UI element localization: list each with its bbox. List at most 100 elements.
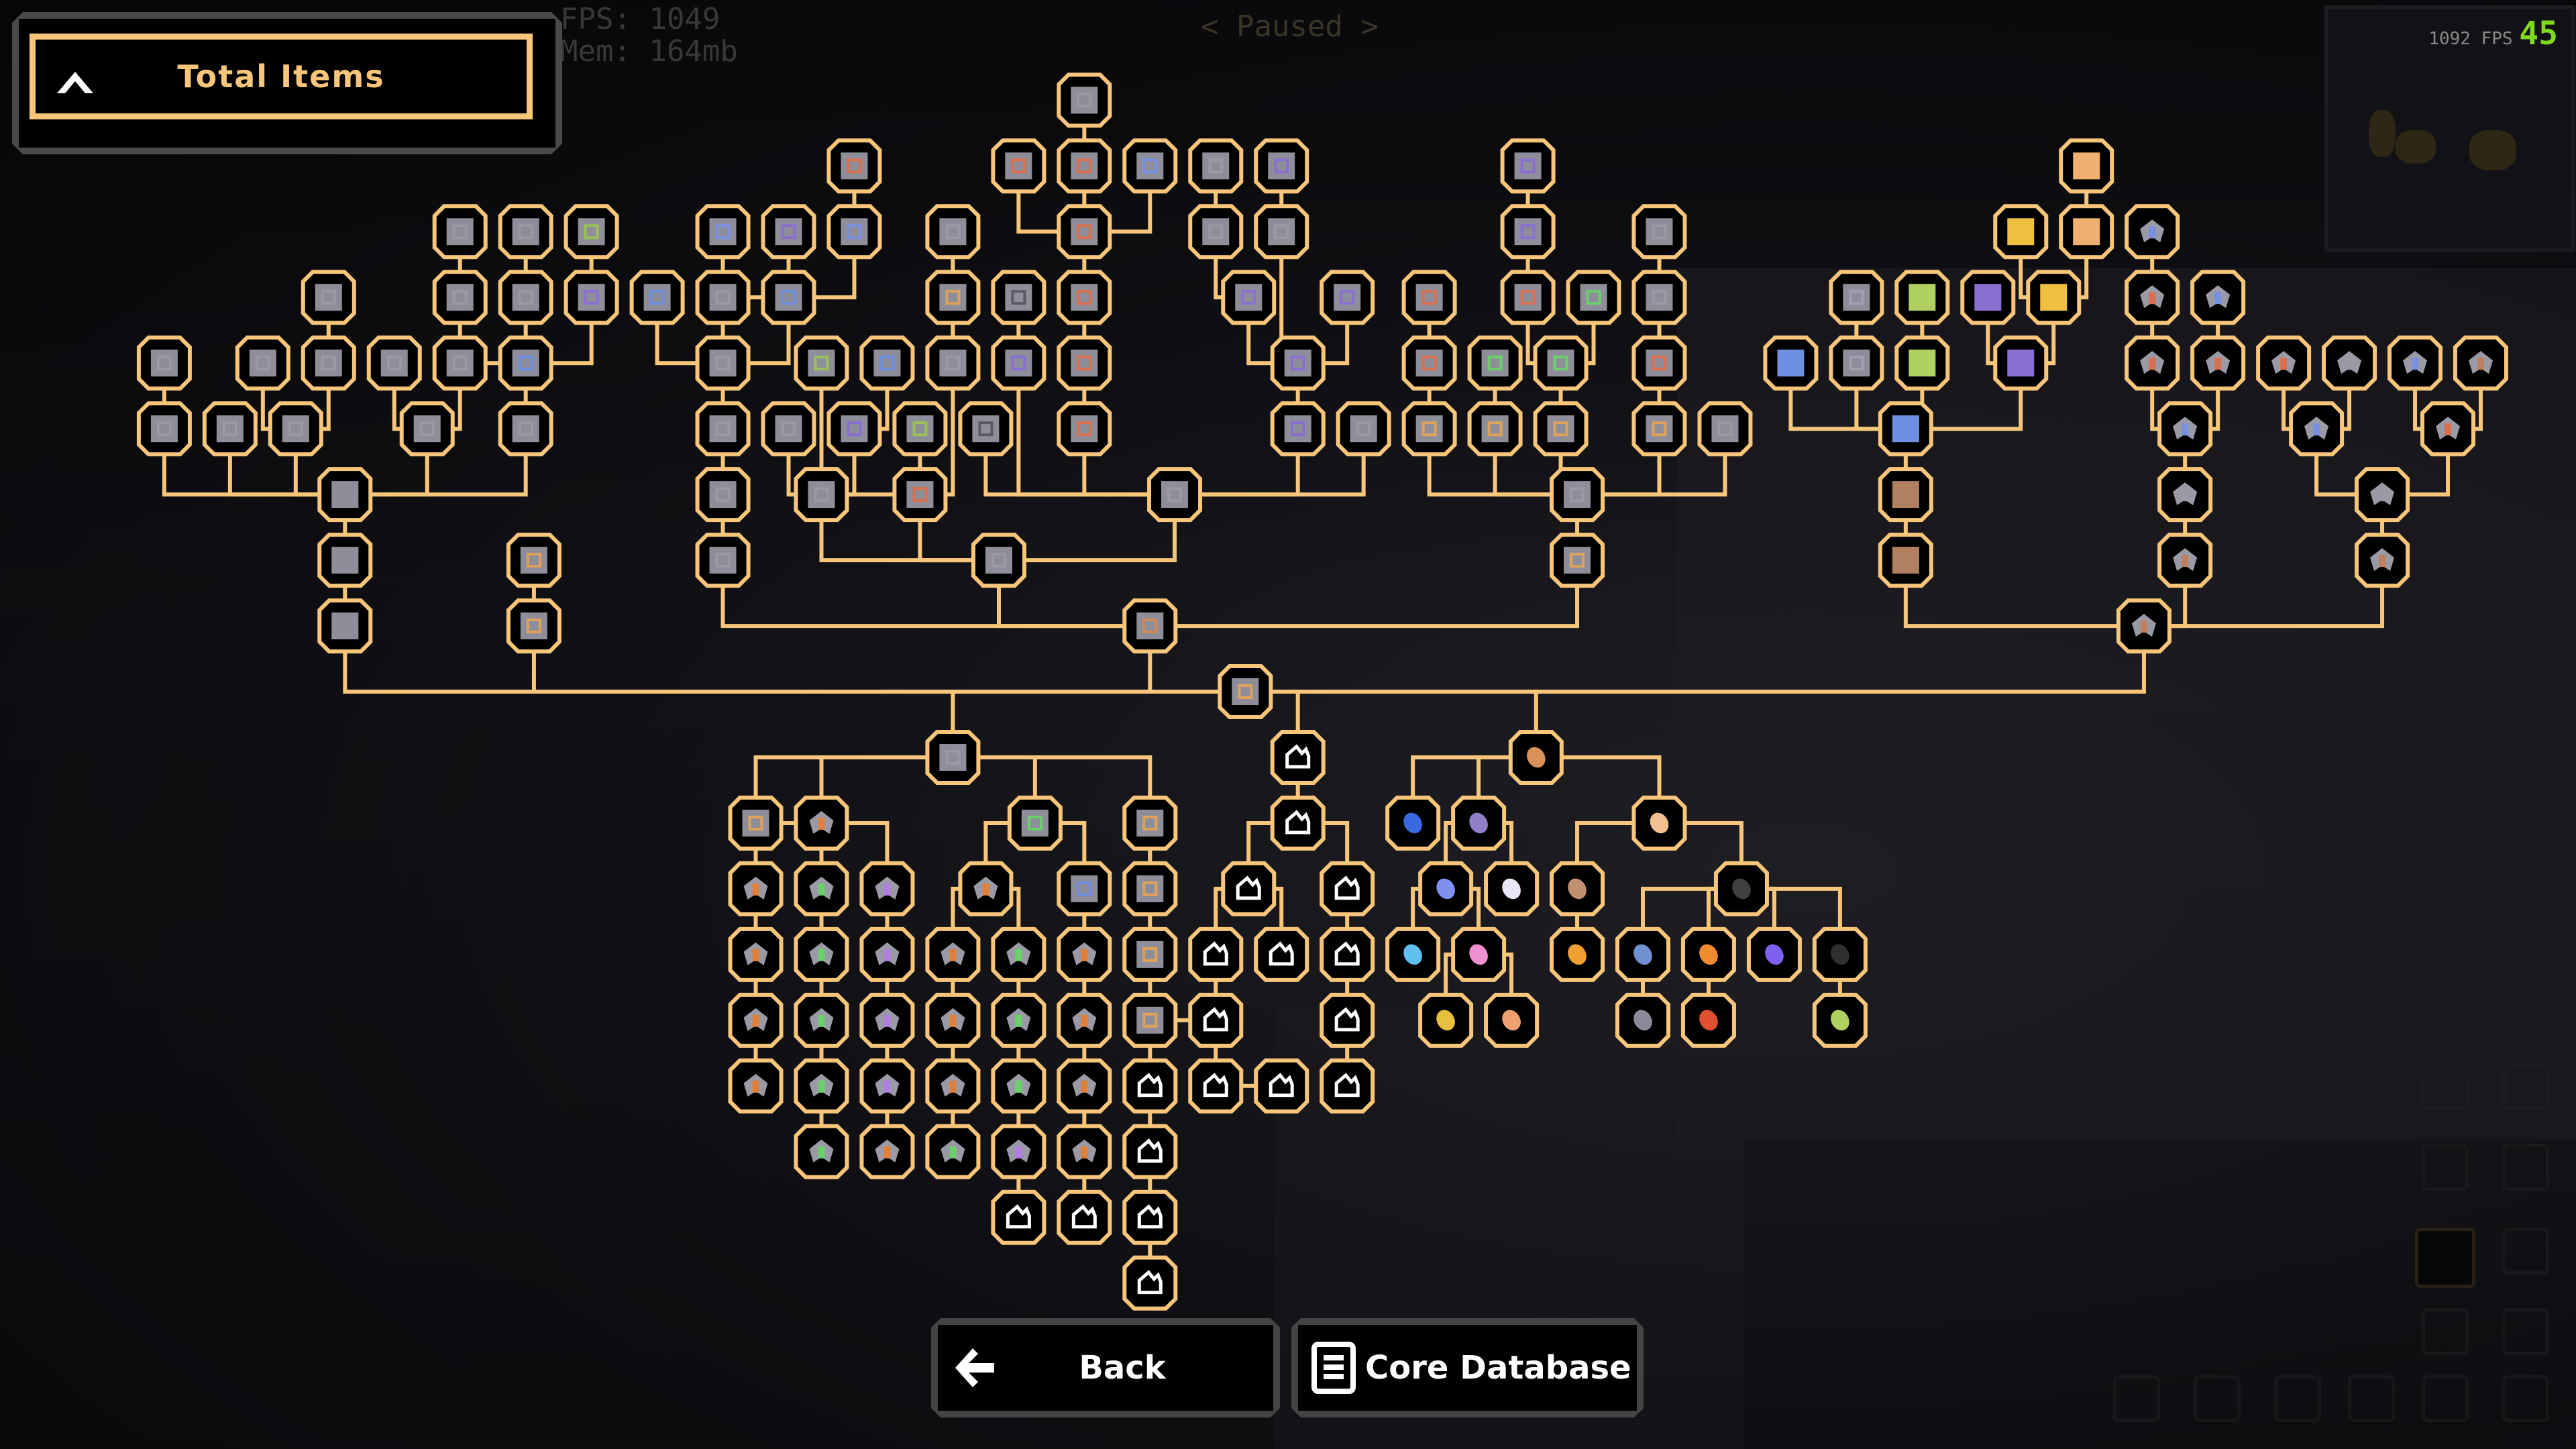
map-icon[interactable] [2348,1375,2395,1422]
tree-node-block-gray[interactable] [301,335,356,391]
tree-node-block-gray[interactable] [695,533,751,588]
tree-node-block-blue[interactable] [629,270,685,325]
tree-node-block-orange[interactable] [1401,335,1457,391]
tree-node-block-orange[interactable] [925,270,981,325]
turret-icon[interactable] [2422,1063,2469,1110]
tree-node-unit-ground[interactable] [859,1124,915,1179]
tree-node-block-blue[interactable] [695,204,751,260]
tree-node-unit-ground[interactable] [1057,926,1112,982]
power-icon[interactable] [2415,1228,2475,1288]
tree-node-block-gray[interactable] [1188,138,1244,194]
tree-node-block-orange[interactable] [1057,335,1112,391]
tree-node-unit-ground[interactable] [859,1058,915,1114]
tree-node-block-gray[interactable] [695,270,751,325]
tree-node-unit-ground[interactable] [925,1124,981,1179]
tree-node-block-gray[interactable] [1697,401,1753,457]
tree-node-item-surge-alloy[interactable] [1418,992,1474,1048]
tree-node-sector-locked[interactable] [1270,729,1326,785]
tree-node-sector-locked[interactable] [1057,1189,1112,1245]
tree-node-block-orange[interactable] [1467,401,1523,457]
tree-node-block-yellow[interactable] [2026,270,2082,325]
tree-node-block-gray[interactable] [925,335,981,391]
tree-node-unit-ground[interactable] [859,861,915,916]
tree-node-unit-ground[interactable] [991,926,1046,982]
tree-node-block-orange[interactable] [991,138,1046,194]
tree-node-conveyor-blue[interactable] [761,270,816,325]
tree-node-sector-locked[interactable] [1188,926,1244,982]
tree-node-unit-naval[interactable] [2116,598,2171,654]
tree-node-block-purple[interactable] [1270,335,1326,391]
tree-node-unit-ground[interactable] [1057,1124,1112,1179]
defense-icon[interactable] [2502,1228,2549,1275]
tree-node-core-block[interactable] [1218,664,1273,720]
tree-node-block-orange[interactable] [1631,335,1687,391]
tree-node-unit-ground[interactable] [1057,1058,1112,1114]
tree-node-unit-naval[interactable] [2453,335,2508,391]
tree-node-block-purple[interactable] [564,270,619,325]
tree-node-block-orange[interactable] [1057,401,1112,457]
core-database-button[interactable]: Core Database [1291,1318,1644,1417]
tree-node-unit-naval[interactable] [2420,401,2476,457]
tree-node-block-gray[interactable] [366,335,422,391]
tree-node-block-orange[interactable] [1057,138,1112,194]
tree-node-block-orange[interactable] [826,138,882,194]
tree-node-sector-locked[interactable] [1122,1255,1178,1311]
tree-node-block-gray[interactable] [317,533,373,588]
tree-node-liquid-oil[interactable] [1812,926,1868,982]
tree-node-factory-block[interactable] [1122,795,1178,851]
tree-node-unit-naval[interactable] [2190,270,2246,325]
tree-node-unit-ground[interactable] [794,795,849,851]
tree-node-block-orange[interactable] [1057,204,1112,260]
tree-node-block-green[interactable] [1533,335,1589,391]
tree-node-unit-ground[interactable] [991,1058,1046,1114]
tree-node-sector-locked[interactable] [1254,926,1309,982]
tree-node-block-gray[interactable] [1631,270,1687,325]
tree-node-block-green[interactable] [1467,335,1523,391]
tree-node-block-purple[interactable] [1254,138,1309,194]
tree-node-block-orange[interactable] [506,598,561,654]
tree-node-item-metaglass[interactable] [1484,861,1540,916]
tree-node-unit-ground[interactable] [794,1124,849,1179]
tree-node-factory-block[interactable] [1057,861,1112,916]
tree-node-block-gray[interactable] [1631,204,1687,260]
tree-node-block-gray[interactable] [1188,204,1244,260]
tree-node-unit-ground[interactable] [859,926,915,982]
tree-node-sector-locked[interactable] [1320,992,1375,1048]
tree-node-block-gray[interactable] [136,335,192,391]
tree-node-liquid-water[interactable] [1385,795,1441,851]
tree-node-block-orange[interactable] [1500,270,1556,325]
tree-node-unit-naval[interactable] [2256,335,2312,391]
tree-node-item-copper[interactable] [1508,729,1564,785]
tree-node-block-gray[interactable] [1147,467,1203,523]
tree-node-block-orange[interactable] [1401,401,1457,457]
tree-node-item-blast-compound[interactable] [1680,992,1736,1048]
tree-node-sector-locked[interactable] [1188,1058,1244,1114]
tree-node-sector-locked[interactable] [1122,1124,1178,1179]
tree-node-block-dark[interactable] [991,270,1046,325]
tree-node-sector-locked[interactable] [991,1189,1046,1245]
tree-node-factory-block[interactable] [1122,926,1178,982]
tree-node-unit-naval[interactable] [2289,401,2345,457]
tree-node-block-purple[interactable] [1500,138,1556,194]
units-icon[interactable] [2502,1308,2549,1355]
tree-node-block-peach[interactable] [2059,138,2114,194]
tree-node-block-blue[interactable] [1763,335,1819,391]
tree-node-unit-naval[interactable] [2125,335,2180,391]
tree-node-block-red[interactable] [1057,270,1112,325]
tree-node-block-gray[interactable] [794,467,849,523]
tree-node-block-gray[interactable] [432,335,488,391]
tree-node-block-gray[interactable] [432,204,488,260]
tree-node-block-green[interactable] [892,401,948,457]
tree-node-unit-ground[interactable] [728,992,784,1048]
tree-node-block-gray[interactable] [301,270,356,325]
tree-node-sector-locked[interactable] [1270,795,1326,851]
tree-node-liquid-slag[interactable] [1550,926,1605,982]
liquid-icon[interactable] [2502,1144,2549,1191]
tree-node-block-gray[interactable] [136,401,192,457]
tree-node-unit-ground[interactable] [859,992,915,1048]
tree-node-unit-naval[interactable] [2157,401,2213,457]
distribution-icon[interactable] [2422,1144,2469,1191]
tree-node-unit-ground[interactable] [794,861,849,916]
tree-node-conveyor-purple[interactable] [761,204,816,260]
tree-node-block-purple[interactable] [1993,335,2049,391]
